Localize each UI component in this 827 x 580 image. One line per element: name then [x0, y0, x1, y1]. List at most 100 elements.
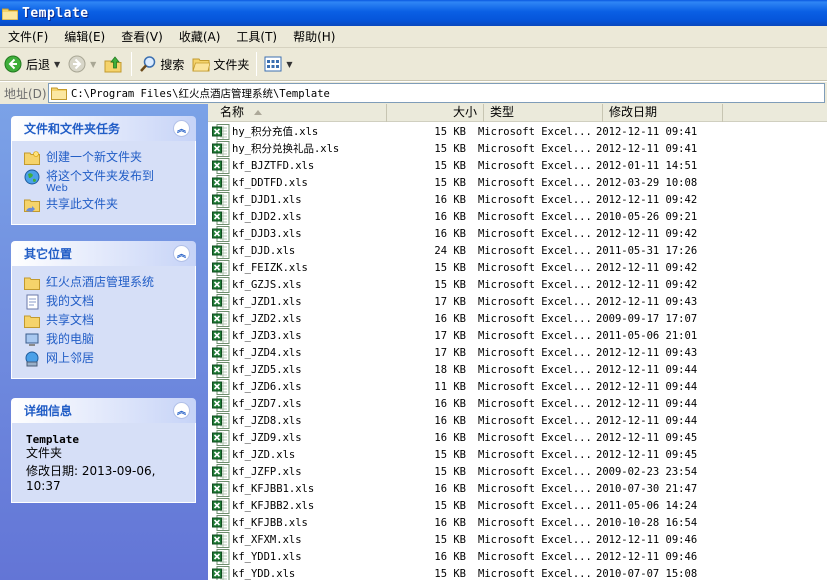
file-name: kf_DJD2.xls	[232, 210, 302, 223]
publish-web-link[interactable]: 将这个文件夹发布到 Web	[24, 169, 187, 194]
file-row[interactable]: kf_JZD.xls 15 KB Microsoft Excel... 2012-12…	[208, 446, 827, 463]
file-row[interactable]: kf_KFJBB.xls 16 KB Microsoft Excel... 2010-…	[208, 514, 827, 531]
file-row[interactable]: kf_JZFP.xls 15 KB Microsoft Excel... 2009-0…	[208, 463, 827, 480]
search-button[interactable]: 搜索	[135, 51, 188, 77]
collapse-icon[interactable]: ︽	[173, 120, 190, 137]
file-list: 名称 大小 类型 修改日期 hy_积分充值.xls 15 KB Microsoft …	[208, 104, 827, 580]
file-name: kf_JZD8.xls	[232, 414, 302, 427]
file-date: 2012-12-11 09:44	[596, 414, 698, 427]
network-icon	[24, 351, 40, 367]
file-row[interactable]: kf_JZD9.xls 16 KB Microsoft Excel... 2012-1…	[208, 429, 827, 446]
file-row[interactable]: kf_JZD2.xls 16 KB Microsoft Excel... 2009-0…	[208, 310, 827, 327]
back-button[interactable]: 后退 ▼	[0, 51, 64, 77]
file-date: 2012-12-11 09:43	[596, 295, 698, 308]
excel-file-icon	[212, 531, 230, 548]
new-folder-link[interactable]: 创建一个新文件夹	[24, 150, 187, 166]
forward-dropdown-icon[interactable]: ▼	[90, 60, 96, 69]
place-shared-documents[interactable]: 共享文档	[24, 313, 187, 329]
file-row[interactable]: kf_KFJBB1.xls 16 KB Microsoft Excel... 2010…	[208, 480, 827, 497]
file-row[interactable]: kf_JZD6.xls 11 KB Microsoft Excel... 2012-1…	[208, 378, 827, 395]
file-row[interactable]: kf_KFJBB2.xls 15 KB Microsoft Excel... 2011…	[208, 497, 827, 514]
column-type[interactable]: 类型	[484, 104, 603, 122]
file-type: Microsoft Excel...	[478, 448, 592, 461]
excel-file-icon	[212, 293, 230, 310]
file-row[interactable]: kf_JZD3.xls 17 KB Microsoft Excel... 2011-0…	[208, 327, 827, 344]
file-name: kf_JZFP.xls	[232, 465, 302, 478]
places-panel-header[interactable]: 其它位置 ︽	[11, 241, 196, 266]
file-row[interactable]: kf_XFXM.xls 15 KB Microsoft Excel... 2012-1…	[208, 531, 827, 548]
file-row[interactable]: kf_DJD1.xls 16 KB Microsoft Excel... 2012-1…	[208, 191, 827, 208]
column-date[interactable]: 修改日期	[603, 104, 723, 122]
file-name: kf_KFJBB2.xls	[232, 499, 315, 512]
forward-button[interactable]: ▼	[64, 51, 100, 77]
menu-bar: 文件(F) 编辑(E) 查看(V) 收藏(A) 工具(T) 帮助(H)	[0, 26, 827, 48]
menu-edit[interactable]: 编辑(E)	[56, 28, 113, 45]
file-type: Microsoft Excel...	[478, 244, 592, 257]
file-row[interactable]: kf_DJD.xls 24 KB Microsoft Excel... 2011-05…	[208, 242, 827, 259]
collapse-icon[interactable]: ︽	[173, 402, 190, 419]
up-folder-button[interactable]	[100, 51, 128, 77]
file-row[interactable]: kf_DDTFD.xls 15 KB Microsoft Excel... 2012-…	[208, 174, 827, 191]
file-row[interactable]: kf_BJZTFD.xls 15 KB Microsoft Excel... 2012…	[208, 157, 827, 174]
views-dropdown-icon[interactable]: ▼	[286, 60, 292, 69]
file-row[interactable]: kf_YDD.xls 15 KB Microsoft Excel... 2010-07…	[208, 565, 827, 580]
place-my-computer[interactable]: 我的电脑	[24, 332, 187, 348]
tasks-panel-header[interactable]: 文件和文件夹任务 ︽	[11, 116, 196, 141]
file-date: 2012-01-11 14:51	[596, 159, 698, 172]
address-bar: 地址(D) C:\Program Files\红火点酒店管理系统\Templat…	[0, 82, 827, 104]
file-name: kf_JZD.xls	[232, 448, 296, 461]
file-date: 2009-02-23 23:54	[596, 465, 698, 478]
menu-help[interactable]: 帮助(H)	[285, 28, 343, 45]
file-row[interactable]: hy_积分兑换礼品.xls 15 KB Microsoft Excel... 2012…	[208, 140, 827, 157]
place-parent-folder[interactable]: 红火点酒店管理系统	[24, 275, 187, 291]
file-row[interactable]: hy_积分充值.xls 15 KB Microsoft Excel... 2012-1…	[208, 123, 827, 140]
file-date: 2010-07-07 15:08	[596, 567, 698, 580]
file-row[interactable]: kf_JZD1.xls 17 KB Microsoft Excel... 2012-1…	[208, 293, 827, 310]
folders-button[interactable]: 文件夹	[188, 51, 253, 77]
column-size[interactable]: 大小	[387, 104, 484, 122]
file-type: Microsoft Excel...	[478, 278, 592, 291]
place-my-computer-label: 我的电脑	[46, 332, 95, 346]
file-row[interactable]: kf_JZD5.xls 18 KB Microsoft Excel... 2012-1…	[208, 361, 827, 378]
file-date: 2012-12-11 09:44	[596, 380, 698, 393]
back-dropdown-icon[interactable]: ▼	[54, 60, 60, 69]
globe-icon	[24, 169, 40, 185]
place-my-documents[interactable]: 我的文档	[24, 294, 187, 310]
folder-icon	[24, 313, 40, 329]
column-name[interactable]: 名称	[208, 104, 387, 122]
file-row[interactable]: kf_JZD4.xls 17 KB Microsoft Excel... 2012-1…	[208, 344, 827, 361]
file-row[interactable]: kf_DJD3.xls 16 KB Microsoft Excel... 2012-1…	[208, 225, 827, 242]
file-row[interactable]: kf_JZD7.xls 16 KB Microsoft Excel... 2012-1…	[208, 395, 827, 412]
file-name: kf_JZD9.xls	[232, 431, 302, 444]
share-folder-link[interactable]: 共享此文件夹	[24, 197, 187, 213]
views-button[interactable]: ▼	[260, 51, 296, 77]
search-icon	[140, 56, 156, 72]
file-date: 2011-05-31 17:26	[596, 244, 698, 257]
address-input[interactable]: C:\Program Files\红火点酒店管理系统\Template	[48, 83, 825, 103]
share-folder-icon	[24, 197, 40, 213]
file-row[interactable]: kf_FEIZK.xls 15 KB Microsoft Excel... 2012-…	[208, 259, 827, 276]
file-date: 2012-12-11 09:44	[596, 397, 698, 410]
file-date: 2012-12-11 09:42	[596, 193, 698, 206]
file-size: 15 KB	[434, 125, 466, 138]
file-row[interactable]: kf_GZJS.xls 15 KB Microsoft Excel... 2012-1…	[208, 276, 827, 293]
file-row[interactable]: kf_JZD8.xls 16 KB Microsoft Excel... 2012-1…	[208, 412, 827, 429]
menu-view[interactable]: 查看(V)	[113, 28, 171, 45]
details-panel-header[interactable]: 详细信息 ︽	[11, 398, 196, 423]
excel-file-icon	[212, 446, 230, 463]
file-size: 15 KB	[434, 176, 466, 189]
menu-file[interactable]: 文件(F)	[0, 28, 56, 45]
place-network[interactable]: 网上邻居	[24, 351, 187, 367]
title-bar[interactable]: Template	[0, 0, 827, 26]
file-type: Microsoft Excel...	[478, 465, 592, 478]
file-size: 16 KB	[434, 193, 466, 206]
file-type: Microsoft Excel...	[478, 329, 592, 342]
folder-icon	[2, 8, 18, 20]
file-row[interactable]: kf_YDD1.xls 16 KB Microsoft Excel... 2012-1…	[208, 548, 827, 565]
file-row[interactable]: kf_DJD2.xls 16 KB Microsoft Excel... 2010-0…	[208, 208, 827, 225]
publish-web-sub: Web	[46, 183, 68, 194]
menu-favorites[interactable]: 收藏(A)	[171, 28, 229, 45]
collapse-icon[interactable]: ︽	[173, 245, 190, 262]
file-size: 16 KB	[434, 431, 466, 444]
menu-tools[interactable]: 工具(T)	[228, 28, 285, 45]
